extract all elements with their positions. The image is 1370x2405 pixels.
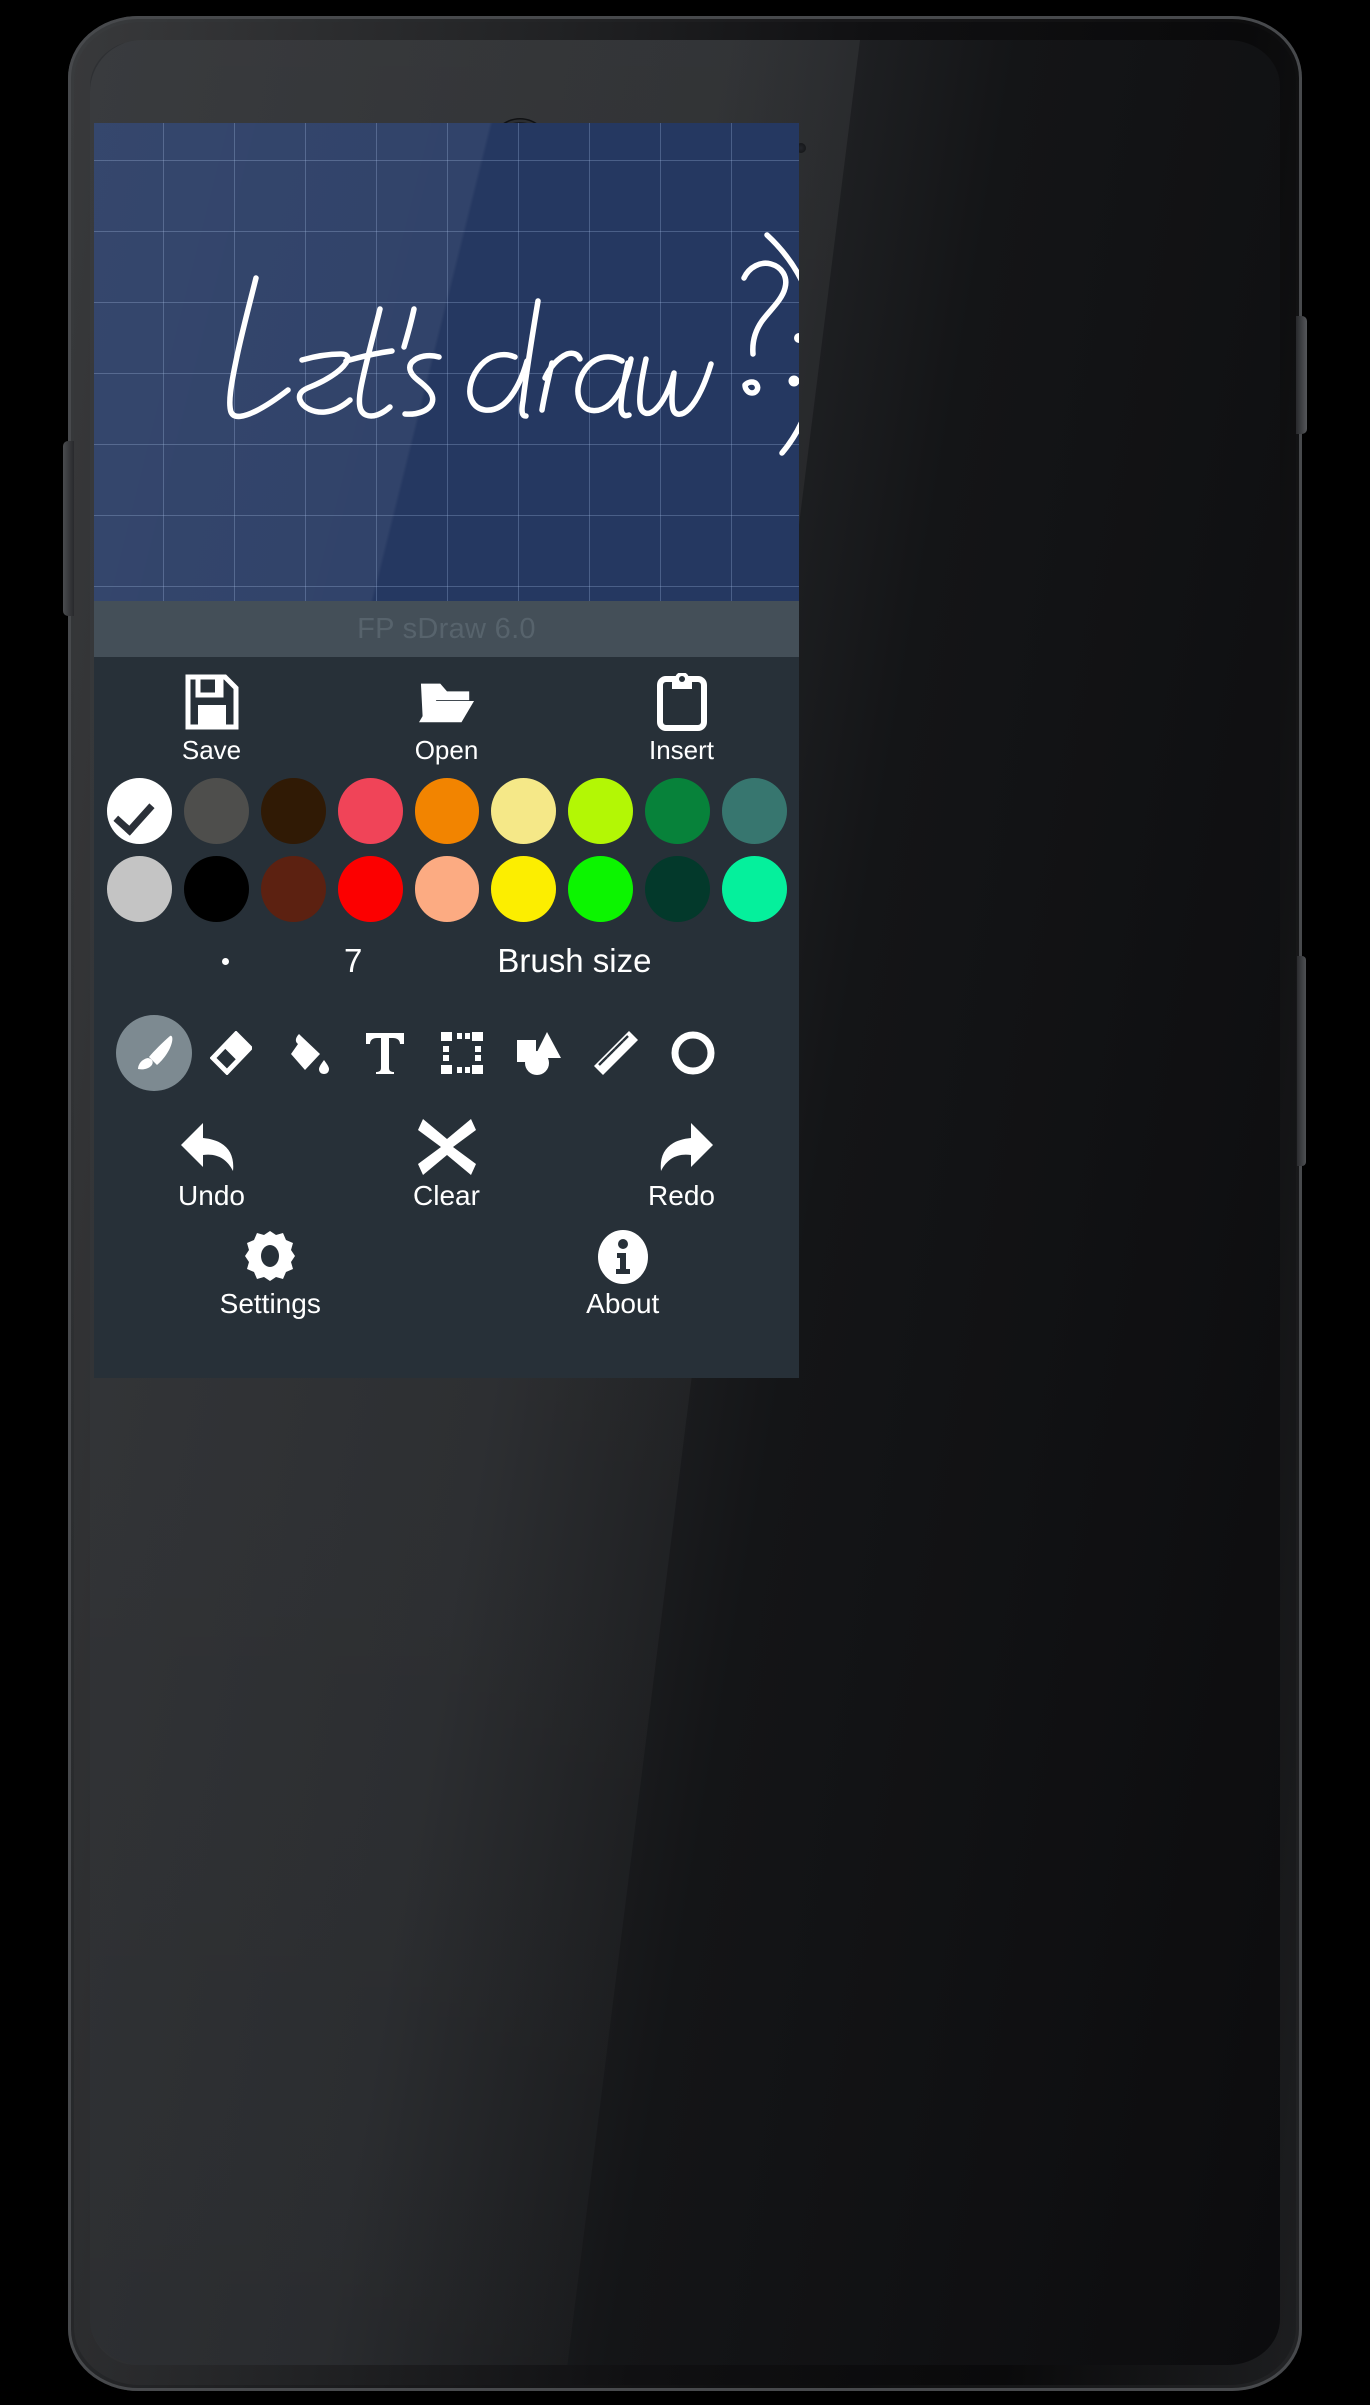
text-tool[interactable] xyxy=(347,1015,423,1091)
color-swatch-bright-green[interactable] xyxy=(568,856,634,922)
undo-label: Undo xyxy=(178,1180,245,1211)
undo-arrow-icon xyxy=(179,1116,245,1178)
info-circle-icon xyxy=(596,1228,650,1286)
page-title: FP sDraw 6.0 xyxy=(357,612,536,645)
open-folder-icon xyxy=(418,673,475,731)
file-actions-row: Save Open Insert xyxy=(94,657,799,774)
brush-size-value: 7 xyxy=(344,942,363,979)
screen-glare xyxy=(94,123,799,601)
power-button[interactable] xyxy=(1296,316,1307,434)
color-swatch-spring-green[interactable] xyxy=(722,856,788,922)
color-swatch-pale-yellow[interactable] xyxy=(491,778,557,844)
insert-label: Insert xyxy=(648,735,715,765)
color-palette xyxy=(94,774,799,922)
close-x-icon xyxy=(417,1116,477,1178)
clear-button[interactable]: Clear xyxy=(329,1116,564,1212)
footer-actions-row: Settings About xyxy=(94,1212,799,1320)
paint-brush-icon xyxy=(132,1031,176,1075)
app-title-bar: FP sDraw 6.0 xyxy=(94,601,799,657)
color-swatch-black[interactable] xyxy=(183,856,249,922)
fill-tool[interactable] xyxy=(270,1015,346,1091)
eraser-icon xyxy=(210,1031,252,1075)
edit-actions-row: Undo Clear Redo xyxy=(94,1106,799,1212)
clipboard-icon xyxy=(654,673,710,731)
gear-icon xyxy=(243,1228,297,1286)
drawing-canvas[interactable] xyxy=(94,123,799,601)
floppy-disk-icon xyxy=(184,673,240,731)
sim-tray[interactable] xyxy=(1297,956,1306,1166)
color-swatch-orange[interactable] xyxy=(414,778,480,844)
brush-tool[interactable] xyxy=(116,1015,192,1091)
color-swatch-chartreuse[interactable] xyxy=(568,778,634,844)
open-button[interactable]: Open xyxy=(329,673,564,766)
select-tool[interactable] xyxy=(424,1015,500,1091)
color-swatch-dark-green[interactable] xyxy=(645,856,711,922)
save-button[interactable]: Save xyxy=(94,673,329,766)
about-label: About xyxy=(586,1288,660,1319)
ruler-icon xyxy=(593,1030,639,1076)
about-button[interactable]: About xyxy=(447,1228,800,1320)
settings-button[interactable]: Settings xyxy=(94,1228,447,1320)
circle-outline-icon xyxy=(670,1030,716,1076)
color-swatch-red[interactable] xyxy=(337,856,403,922)
save-label: Save xyxy=(181,735,242,765)
tool-panel: Save Open Insert 7 Brush size Undo Clear… xyxy=(94,657,799,1378)
eraser-tool[interactable] xyxy=(193,1015,269,1091)
volume-button[interactable] xyxy=(63,441,74,616)
redo-arrow-icon xyxy=(649,1116,715,1178)
color-swatch-peach[interactable] xyxy=(414,856,480,922)
color-swatch-silver[interactable] xyxy=(107,856,172,922)
text-t-icon xyxy=(363,1030,407,1076)
brush-size-label: Brush size xyxy=(497,942,652,979)
color-swatch-maroon-brown[interactable] xyxy=(260,856,326,922)
redo-button[interactable]: Redo xyxy=(564,1116,799,1212)
circle-tool[interactable] xyxy=(655,1015,731,1091)
insert-button[interactable]: Insert xyxy=(564,673,799,766)
color-swatch-white[interactable] xyxy=(107,778,172,844)
color-palette-row-1 xyxy=(94,778,799,844)
ruler-tool[interactable] xyxy=(578,1015,654,1091)
redo-label: Redo xyxy=(648,1180,715,1211)
selection-marquee-icon xyxy=(440,1031,484,1075)
settings-label: Settings xyxy=(219,1288,321,1319)
color-swatch-dark-brown[interactable] xyxy=(260,778,326,844)
brush-size-row[interactable]: 7 Brush size xyxy=(94,922,799,1000)
brush-preview-dot xyxy=(222,957,229,965)
open-label: Open xyxy=(414,735,479,765)
phone-screen: FP sDraw 6.0 Save Open Insert 7 Brush si… xyxy=(94,123,799,1378)
color-palette-row-2 xyxy=(94,856,799,922)
handwritten-drawing xyxy=(227,232,799,456)
shapes-tool[interactable] xyxy=(501,1015,577,1091)
clear-label: Clear xyxy=(413,1180,480,1211)
paint-bucket-icon xyxy=(285,1030,331,1076)
color-swatch-dark-gray[interactable] xyxy=(183,778,249,844)
color-swatch-green[interactable] xyxy=(645,778,711,844)
shapes-icon xyxy=(516,1030,562,1076)
tools-strip xyxy=(94,1000,799,1106)
undo-button[interactable]: Undo xyxy=(94,1116,329,1212)
color-swatch-yellow[interactable] xyxy=(491,856,557,922)
color-swatch-teal[interactable] xyxy=(722,778,788,844)
color-swatch-crimson-pink[interactable] xyxy=(337,778,403,844)
